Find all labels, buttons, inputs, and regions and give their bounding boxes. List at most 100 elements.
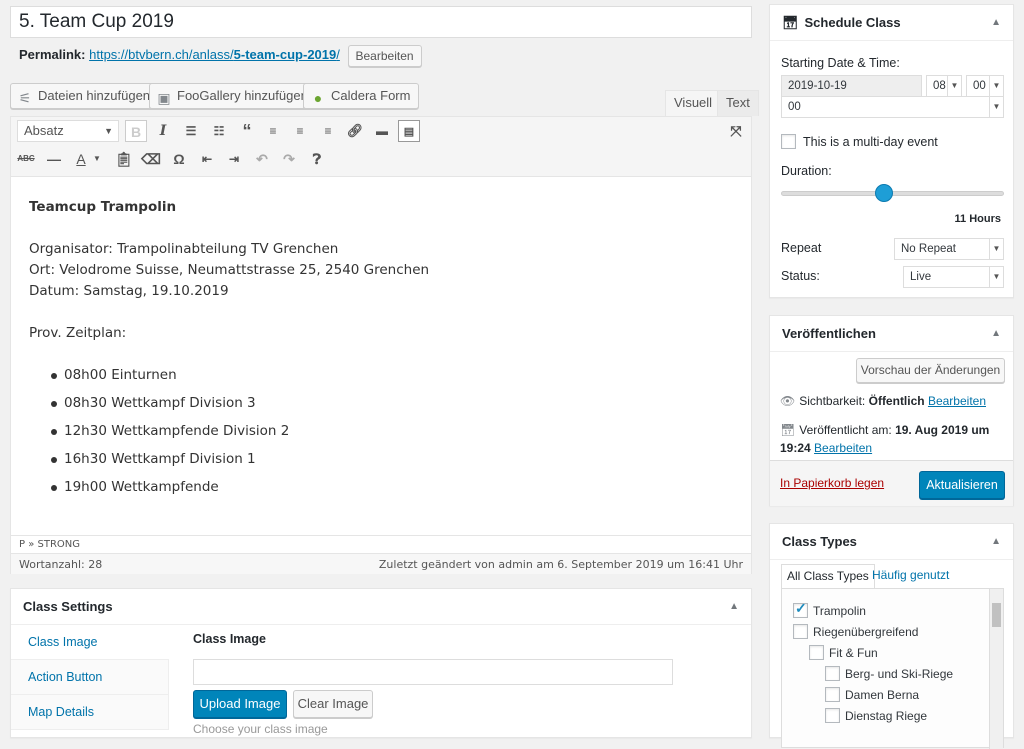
class-image-label: Class Image xyxy=(193,632,266,646)
collapse-icon[interactable]: ▲ xyxy=(991,316,1001,352)
class-type-checkbox[interactable] xyxy=(825,708,840,723)
class-type-label: Berg- und Ski-Riege xyxy=(845,667,954,681)
add-media-button[interactable]: ⚟ Dateien hinzufügen xyxy=(10,83,160,109)
foogallery-button[interactable]: ▣ FooGallery hinzufügen xyxy=(149,83,317,109)
horizontal-line-icon[interactable]: — xyxy=(43,148,65,170)
tab-all-class-types[interactable]: All Class Types xyxy=(781,564,875,588)
read-more-icon[interactable]: ▬ xyxy=(371,120,393,142)
text-color-icon[interactable]: A xyxy=(70,148,92,170)
italic-icon[interactable]: I xyxy=(152,120,174,142)
outdent-icon[interactable]: ⇤ xyxy=(196,148,218,170)
start-date-input[interactable]: 2019-10-19 xyxy=(781,75,922,97)
collapse-icon[interactable]: ▲ xyxy=(991,5,1001,41)
redo-icon[interactable]: ↷ xyxy=(278,148,300,170)
duration-label: Duration: xyxy=(781,164,832,178)
start-date-label: Starting Date & Time: xyxy=(781,56,900,70)
tab-popular-class-types[interactable]: Häufig genutzt xyxy=(872,568,949,582)
permalink-row: Permalink: https://btvbern.ch/anlass/5-t… xyxy=(19,44,422,67)
format-select[interactable]: Absatz ▼ xyxy=(17,120,119,142)
chevron-down-icon: ▼ xyxy=(989,76,1003,96)
list-item: 08h30 Wettkampf Division 3 xyxy=(49,393,429,414)
start-hour-select[interactable]: 08 ▼ xyxy=(926,75,962,97)
publish-header[interactable]: Veröffentlichen ▲ xyxy=(770,316,1013,352)
preview-changes-button[interactable]: Vorschau der Änderungen xyxy=(856,358,1005,383)
toolbar-toggle-icon[interactable]: ▤ xyxy=(398,120,420,142)
class-type-checkbox[interactable] xyxy=(825,666,840,681)
repeat-select[interactable]: No Repeat ▼ xyxy=(894,238,1004,260)
class-type-label: Riegenübergreifend xyxy=(813,625,919,639)
caldera-form-button[interactable]: ● Caldera Form xyxy=(303,83,420,109)
scrollbar-thumb[interactable] xyxy=(992,603,1001,627)
clear-image-button[interactable]: Clear Image xyxy=(293,690,373,718)
trash-link[interactable]: In Papierkorb legen xyxy=(780,476,884,490)
class-type-checkbox[interactable] xyxy=(809,645,824,660)
permalink-label: Permalink: xyxy=(19,47,86,62)
status-label: Status: xyxy=(781,269,820,283)
blockquote-icon[interactable]: “ xyxy=(236,120,258,142)
collapse-icon[interactable]: ▲ xyxy=(729,589,739,625)
class-type-checkbox[interactable] xyxy=(793,624,808,639)
align-right-icon[interactable]: ≡ xyxy=(317,120,339,142)
multiday-checkbox[interactable] xyxy=(781,134,796,149)
align-left-icon[interactable]: ≡ xyxy=(262,120,284,142)
fullscreen-icon[interactable]: ⤧ xyxy=(725,120,747,142)
tab-map-details[interactable]: Map Details xyxy=(11,695,169,730)
content-line: Ort: Velodrome Suisse, Neumattstrasse 25… xyxy=(29,262,430,278)
class-type-label: Trampolin xyxy=(813,604,866,618)
editor-content[interactable]: Teamcup Trampolin Organisator: Trampolin… xyxy=(29,197,429,505)
tab-visual[interactable]: Visuell xyxy=(665,90,722,116)
repeat-label: Repeat xyxy=(781,241,822,255)
list-item: 19h00 Wettkampfende xyxy=(49,477,429,498)
editor-toolbar: Absatz ▼ B I ☰ ☷ “ ≡ ≡ ≡ 🔗︎ ▬ ▤ ⤧ ABC — A… xyxy=(11,117,751,177)
collapse-icon[interactable]: ▲ xyxy=(991,524,1001,560)
clear-format-icon[interactable]: ⌫ xyxy=(140,148,162,170)
link-icon[interactable]: 🔗︎ xyxy=(344,120,366,142)
bullet-list-icon[interactable]: ☰ xyxy=(180,120,202,142)
class-settings-header[interactable]: Class Settings ▲ xyxy=(11,589,751,625)
align-center-icon[interactable]: ≡ xyxy=(289,120,311,142)
paste-text-icon[interactable]: 📋︎ xyxy=(113,148,135,170)
word-count-bar: Wortanzahl: 28 Zuletzt geändert von admi… xyxy=(11,553,751,574)
content-line: Datum: Samstag, 19.10.2019 xyxy=(29,283,229,299)
numbered-list-icon[interactable]: ☷ xyxy=(208,120,230,142)
duration-slider-handle[interactable] xyxy=(875,184,894,202)
strikethrough-icon[interactable]: ABC xyxy=(15,148,37,170)
class-image-url-input[interactable] xyxy=(193,659,673,685)
indent-icon[interactable]: ⇥ xyxy=(223,148,245,170)
class-settings-box: Class Settings ▲ Class Image Action Butto… xyxy=(10,588,752,738)
permalink-edit-button[interactable]: Bearbeiten xyxy=(347,44,422,67)
start-minute-select[interactable]: 00 ▼ xyxy=(966,75,1004,97)
publish-box: Veröffentlichen ▲ Vorschau der Änderungen… xyxy=(769,315,1014,506)
status-select[interactable]: Live ▼ xyxy=(903,266,1004,288)
bold-icon[interactable]: B xyxy=(125,120,147,142)
tab-text[interactable]: Text xyxy=(717,90,759,116)
class-type-label: Fit & Fun xyxy=(829,646,878,660)
tab-action-button[interactable]: Action Button xyxy=(11,660,169,695)
schedule-title: Prov. Zeitplan: xyxy=(29,325,127,341)
published-edit-link[interactable]: Bearbeiten xyxy=(814,441,872,455)
media-icon: ⚟ xyxy=(18,90,32,106)
chevron-down-icon[interactable]: ▼ xyxy=(90,148,104,170)
class-types-header[interactable]: Class Types ▲ xyxy=(770,524,1013,560)
visibility-edit-link[interactable]: Bearbeiten xyxy=(928,394,986,408)
start-second-select[interactable]: 00 ▼ xyxy=(781,96,1004,118)
scrollbar[interactable] xyxy=(989,589,1003,749)
update-button[interactable]: Aktualisieren xyxy=(919,471,1005,499)
class-types-list[interactable]: Trampolin Riegenübergreifend Fit & Fun B… xyxy=(781,588,1004,749)
post-title-input[interactable]: 5. Team Cup 2019 xyxy=(10,6,752,38)
special-char-icon[interactable]: Ω xyxy=(168,148,190,170)
schedule-class-header[interactable]: 📅︎ Schedule Class ▲ xyxy=(770,5,1013,41)
class-type-checkbox[interactable] xyxy=(793,600,808,618)
permalink-link[interactable]: https://btvbern.ch/anlass/5-team-cup-201… xyxy=(89,47,340,62)
visibility-row: 👁︎ Sichtbarkeit: Öffentlich Bearbeiten xyxy=(780,394,986,408)
list-item: 08h00 Einturnen xyxy=(49,365,429,386)
tab-class-image[interactable]: Class Image xyxy=(11,625,169,660)
help-icon[interactable]: ❓︎ xyxy=(306,148,328,170)
upload-image-button[interactable]: Upload Image xyxy=(193,690,287,718)
class-types-box: Class Types ▲ All Class Types Häufig genu… xyxy=(769,523,1014,749)
class-type-checkbox[interactable] xyxy=(825,687,840,702)
eye-icon: 👁︎ xyxy=(780,394,796,408)
class-image-hint: Choose your class image xyxy=(193,722,328,736)
undo-icon[interactable]: ↶ xyxy=(251,148,273,170)
calendar-icon: 📅︎ xyxy=(780,423,796,437)
